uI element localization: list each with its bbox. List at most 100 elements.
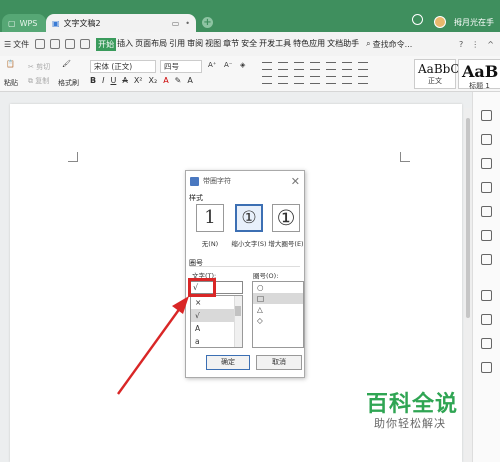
tab-developer[interactable]: 开发工具 (258, 38, 292, 51)
sidebar-tool-icon[interactable] (481, 362, 492, 373)
sidebar-image-icon[interactable] (481, 206, 492, 217)
shading-icon[interactable] (358, 76, 368, 84)
list-item[interactable]: ○ (253, 282, 303, 293)
style-option-none[interactable]: 1 (196, 204, 224, 232)
scrollbar-thumb[interactable] (466, 118, 470, 318)
font-size-select[interactable]: 四号 (160, 60, 202, 73)
style-option-enlarge-glyph: ① (276, 206, 296, 230)
indent-icon[interactable] (310, 62, 320, 70)
title-bar: ▢ WPS ▣ 文字文稿2 ▭ • + 拇月光在手 (0, 0, 500, 32)
number-list-icon[interactable] (278, 62, 288, 70)
file-menu-button[interactable]: ☰ 文件 (4, 39, 29, 50)
highlight-box (188, 278, 216, 297)
bold-icon[interactable]: B (90, 76, 96, 85)
align-right-icon[interactable] (294, 76, 304, 84)
copy-button[interactable]: ⧉ 复制 (28, 76, 49, 86)
show-marks-icon[interactable] (358, 62, 368, 70)
new-tab-button[interactable]: + (202, 17, 213, 28)
sidebar-settings-icon[interactable] (481, 230, 492, 241)
wps-writer-icon (190, 176, 199, 186)
sidebar-arrow-icon[interactable] (481, 110, 492, 121)
font-name-select[interactable]: 宋体 (正文) (90, 60, 156, 73)
ribbon-tabs: 开始 插入 页面布局 引用 审阅 视图 章节 安全 开发工具 特色应用 文档助手 (96, 37, 360, 51)
tab-review[interactable]: 审阅 (186, 38, 204, 51)
style-option-none-label: 无(N) (201, 240, 219, 248)
character-list-scrollbar[interactable] (234, 296, 242, 347)
highlight-icon[interactable]: ✎ (175, 76, 182, 85)
ribbon: 📋 粘贴 ✂ 剪切 ⧉ 复制 🖌 格式刷 宋体 (正文) 四号 A⁺ A⁻ ◈ … (0, 56, 500, 92)
preview-icon[interactable] (80, 39, 91, 49)
style-normal[interactable]: AaBbC 正文 (414, 59, 460, 89)
align-center-icon[interactable] (278, 76, 288, 84)
help-icon[interactable]: ? (459, 40, 463, 49)
font-grow-icon[interactable]: A⁺ (208, 61, 216, 69)
sidebar-shape-icon[interactable] (481, 134, 492, 145)
italic-icon[interactable]: I (102, 76, 104, 85)
title-search-icon[interactable] (412, 14, 423, 25)
wps-home-tab[interactable]: ▢ WPS (2, 14, 46, 32)
user-name[interactable]: 拇月光在手 (454, 17, 494, 28)
document-icon: ▣ (52, 18, 60, 28)
sidebar-style-icon[interactable] (481, 158, 492, 169)
clear-format-icon[interactable]: ◈ (240, 61, 245, 69)
print-icon[interactable] (65, 39, 76, 49)
strikethrough-icon[interactable]: A (122, 76, 127, 85)
font-color-icon[interactable]: A (163, 76, 168, 85)
sidebar-help-icon[interactable] (481, 338, 492, 349)
style-option-shrink-text[interactable]: ① (235, 204, 263, 232)
line-spacing-icon[interactable] (342, 76, 352, 84)
tab-doc-assistant[interactable]: 文档助手 (326, 38, 360, 51)
ok-button[interactable]: 确定 (206, 355, 250, 370)
cancel-button[interactable]: 取消 (256, 355, 302, 370)
style-option-enlarge-symbol[interactable]: ① (272, 204, 300, 232)
tab-page-layout[interactable]: 页面布局 (134, 38, 168, 51)
tab-security[interactable]: 安全 (240, 38, 258, 51)
font-shrink-icon[interactable]: A⁻ (224, 61, 232, 69)
tab-view[interactable]: 视图 (204, 38, 222, 51)
tab-references[interactable]: 引用 (168, 38, 186, 51)
superscript-icon[interactable]: X² (134, 76, 143, 85)
character-list-scroll-thumb[interactable] (235, 306, 241, 316)
command-search[interactable]: ⌕ 查找命令... (366, 39, 412, 50)
style-heading-1[interactable]: AaB 标题 1 (458, 59, 500, 90)
tab-insert[interactable]: 插入 (116, 38, 134, 51)
align-left-icon[interactable] (262, 76, 272, 84)
chinese-layout-icon[interactable] (326, 62, 336, 70)
sidebar-share-icon[interactable] (481, 254, 492, 265)
document-tab[interactable]: ▣ 文字文稿2 ▭ • (46, 14, 196, 32)
open-icon[interactable] (50, 39, 61, 49)
avatar[interactable] (434, 16, 446, 28)
outdent-icon[interactable] (294, 62, 304, 70)
cut-button[interactable]: ✂ 剪切 (28, 62, 50, 72)
format-painter-button[interactable]: 格式刷 (58, 78, 79, 88)
char-border-icon[interactable]: A (187, 76, 192, 85)
paste-button[interactable]: 粘贴 (4, 78, 18, 88)
tab-close-icon[interactable]: • (185, 19, 190, 28)
underline-icon[interactable]: U (110, 76, 116, 85)
close-icon[interactable]: ✕ (291, 175, 300, 188)
tab-section[interactable]: 章节 (222, 38, 240, 51)
save-icon[interactable] (35, 39, 46, 49)
bullet-list-icon[interactable] (262, 62, 272, 70)
monitor-icon[interactable]: ▭ (172, 19, 180, 28)
style-option-none-glyph: 1 (204, 207, 216, 228)
subscript-icon[interactable]: X₂ (149, 76, 158, 85)
symbol-list[interactable]: ○ □ △ ◇ (252, 281, 304, 348)
sort-icon[interactable] (342, 62, 352, 70)
tab-home[interactable]: 开始 (96, 37, 117, 51)
document-tab-label: 文字文稿2 (63, 18, 101, 28)
format-painter-icon[interactable]: 🖌 (62, 60, 71, 68)
collapse-icon[interactable]: ^ (487, 40, 494, 49)
sidebar-doc-icon[interactable] (481, 290, 492, 301)
sidebar-book-icon[interactable] (481, 314, 492, 325)
sidebar-edit-icon[interactable] (481, 182, 492, 193)
more-icon[interactable]: ⋮ (471, 40, 479, 49)
justify-icon[interactable] (310, 76, 320, 84)
list-item[interactable]: △ (253, 304, 303, 315)
tab-special-apps[interactable]: 特色应用 (292, 38, 326, 51)
list-item[interactable]: ◇ (253, 315, 303, 326)
distribute-icon[interactable] (326, 76, 336, 84)
paste-icon[interactable]: 📋 (6, 60, 15, 68)
list-item[interactable]: □ (253, 293, 303, 304)
dialog-title-bar[interactable]: 带圈字符 (186, 171, 304, 191)
